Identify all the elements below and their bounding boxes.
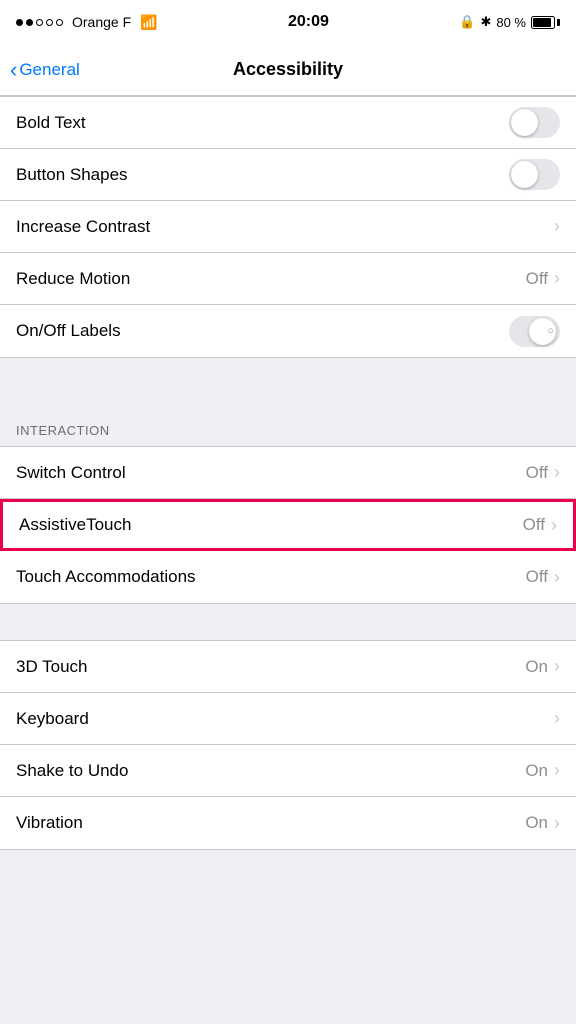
nav-bar: ‹ General Accessibility <box>0 44 576 96</box>
chevron-right-icon: › <box>554 708 560 729</box>
keyboard-right: › <box>554 708 560 729</box>
bold-text-toggle[interactable] <box>509 107 560 138</box>
battery-pct: 80 % <box>496 15 526 30</box>
section-hardware: 3D Touch On › Keyboard › Shake to Undo O… <box>0 640 576 850</box>
onoff-labels-toggle-area: ○ <box>509 316 560 347</box>
signal-dots <box>16 19 63 26</box>
dot-4 <box>46 19 53 26</box>
chevron-right-icon: › <box>554 216 560 237</box>
dot-1 <box>16 19 23 26</box>
assistivetouch-right: Off › <box>523 515 557 536</box>
bluetooth-icon: ✱ <box>480 14 491 30</box>
page-title: Accessibility <box>233 59 343 80</box>
carrier-label: Orange F <box>72 14 131 30</box>
shake-to-undo-row[interactable]: Shake to Undo On › <box>0 745 576 797</box>
wifi-icon: 📶 <box>140 14 157 31</box>
increase-contrast-label: Increase Contrast <box>16 217 554 237</box>
reduce-motion-value: Off <box>526 269 548 289</box>
vibration-value: On <box>525 813 548 833</box>
section-interaction: INTERACTION Switch Control Off › Assisti… <box>0 394 576 604</box>
shake-to-undo-value: On <box>525 761 548 781</box>
onoff-labels-toggle[interactable]: ○ <box>509 316 560 347</box>
chevron-right-icon: › <box>554 268 560 289</box>
chevron-right-icon: › <box>554 760 560 781</box>
touch-accommodations-label: Touch Accommodations <box>16 567 526 587</box>
3d-touch-row[interactable]: 3D Touch On › <box>0 641 576 693</box>
section-hardware-group: 3D Touch On › Keyboard › Shake to Undo O… <box>0 640 576 850</box>
vibration-row[interactable]: Vibration On › <box>0 797 576 849</box>
button-shapes-row[interactable]: Button Shapes <box>0 149 576 201</box>
lock-icon: 🔒 <box>459 14 475 30</box>
assistivetouch-row[interactable]: AssistiveTouch Off › <box>0 499 576 551</box>
3d-touch-right: On › <box>525 656 560 677</box>
shake-to-undo-right: On › <box>525 760 560 781</box>
increase-contrast-row[interactable]: Increase Contrast › <box>0 201 576 253</box>
shake-to-undo-label: Shake to Undo <box>16 761 525 781</box>
chevron-right-icon: › <box>554 462 560 483</box>
dot-2 <box>26 19 33 26</box>
chevron-right-icon: › <box>554 813 560 834</box>
clock: 20:09 <box>288 13 329 31</box>
switch-control-row[interactable]: Switch Control Off › <box>0 447 576 499</box>
section-vision-group: Bold Text Button Shapes Increase Contras… <box>0 96 576 358</box>
assistivetouch-label: AssistiveTouch <box>19 515 523 535</box>
partial-o-label: ○ <box>547 325 554 337</box>
battery-icon <box>531 16 560 29</box>
toggle-knob <box>511 161 538 188</box>
section-vision: Bold Text Button Shapes Increase Contras… <box>0 96 576 358</box>
status-left: Orange F 📶 <box>16 14 158 31</box>
spacer-2 <box>0 604 576 640</box>
switch-control-right: Off › <box>526 462 560 483</box>
vibration-right: On › <box>525 813 560 834</box>
reduce-motion-right: Off › <box>526 268 560 289</box>
switch-control-label: Switch Control <box>16 463 526 483</box>
status-bar: Orange F 📶 20:09 🔒 ✱ 80 % <box>0 0 576 44</box>
chevron-right-icon: › <box>554 656 560 677</box>
button-shapes-toggle[interactable] <box>509 159 560 190</box>
chevron-right-icon: › <box>554 567 560 588</box>
dot-5 <box>56 19 63 26</box>
dot-3 <box>36 19 43 26</box>
keyboard-row[interactable]: Keyboard › <box>0 693 576 745</box>
back-chevron-icon: ‹ <box>10 59 17 81</box>
touch-accommodations-row[interactable]: Touch Accommodations Off › <box>0 551 576 603</box>
bold-text-toggle-area <box>509 107 560 138</box>
button-shapes-toggle-area <box>509 159 560 190</box>
onoff-labels-label: On/Off Labels <box>16 321 509 341</box>
assistivetouch-value: Off <box>523 515 545 535</box>
interaction-header: INTERACTION <box>0 394 576 446</box>
toggle-knob <box>511 109 538 136</box>
3d-touch-value: On <box>525 657 548 677</box>
switch-control-value: Off <box>526 463 548 483</box>
back-label: General <box>19 60 79 80</box>
bold-text-label: Bold Text <box>16 113 509 133</box>
spacer-1 <box>0 358 576 394</box>
touch-accommodations-value: Off <box>526 567 548 587</box>
back-button[interactable]: ‹ General <box>10 59 80 81</box>
vibration-label: Vibration <box>16 813 525 833</box>
onoff-labels-row[interactable]: On/Off Labels ○ <box>0 305 576 357</box>
keyboard-label: Keyboard <box>16 709 554 729</box>
status-right: 🔒 ✱ 80 % <box>459 14 560 30</box>
chevron-right-icon: › <box>551 515 557 536</box>
bold-text-row[interactable]: Bold Text <box>0 97 576 149</box>
3d-touch-label: 3D Touch <box>16 657 525 677</box>
button-shapes-label: Button Shapes <box>16 165 509 185</box>
reduce-motion-row[interactable]: Reduce Motion Off › <box>0 253 576 305</box>
increase-contrast-right: › <box>554 216 560 237</box>
touch-accommodations-right: Off › <box>526 567 560 588</box>
section-interaction-group: Switch Control Off › AssistiveTouch Off … <box>0 446 576 604</box>
reduce-motion-label: Reduce Motion <box>16 269 526 289</box>
